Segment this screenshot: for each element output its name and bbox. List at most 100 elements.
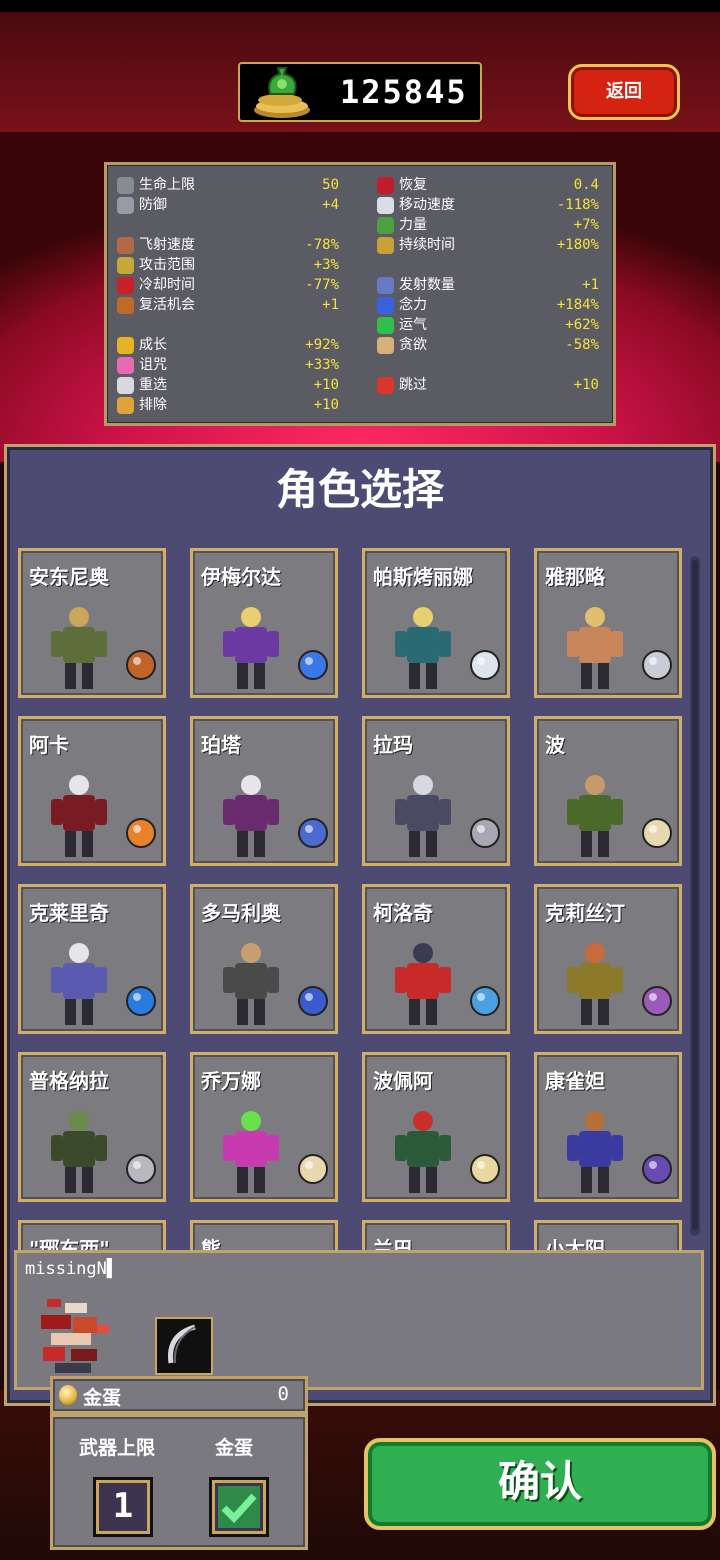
weapon-icon	[126, 1154, 156, 1184]
character-card[interactable]: 伊梅尔达	[190, 548, 338, 698]
stat-value: +33%	[305, 357, 339, 373]
character-sprite	[51, 943, 107, 1025]
stat-row: 复活机会 +1	[117, 295, 339, 315]
character-name: 多马利奥	[201, 901, 281, 925]
stat-value: +62%	[565, 317, 599, 333]
character-name: 兰巴	[373, 1237, 413, 1250]
character-card[interactable]: 珀塔	[190, 716, 338, 866]
character-card[interactable]: 多马利奥	[190, 884, 338, 1034]
golden-egg-count: 0	[277, 1383, 289, 1405]
stat-row: 诅咒 +33%	[117, 355, 339, 375]
character-sprite	[567, 1111, 623, 1193]
character-card[interactable]: 拉玛	[362, 716, 510, 866]
stat-value: -118%	[556, 197, 599, 213]
character-name: 拉玛	[373, 733, 413, 757]
weapon-icon	[642, 1154, 672, 1184]
character-card[interactable]: 兰巴	[362, 1220, 510, 1250]
character-name: 珀塔	[201, 733, 241, 757]
weapon-icon	[126, 986, 156, 1016]
stat-name: 力量	[399, 217, 427, 233]
stat-value: +1	[322, 297, 339, 313]
stat-value: -78%	[305, 237, 339, 253]
stat-value: +3%	[313, 257, 339, 273]
confirm-button[interactable]: 确认	[364, 1438, 716, 1530]
character-name: 安东尼奥	[29, 565, 109, 589]
character-sprite	[395, 943, 451, 1025]
stat-value: +10	[573, 377, 599, 393]
character-card[interactable]: 柯洛奇	[362, 884, 510, 1034]
character-name: 波	[545, 733, 565, 757]
stat-row: 运气 +62%	[377, 315, 599, 335]
options-panel: 武器上限 金蛋 1	[50, 1414, 308, 1550]
character-sprite	[395, 607, 451, 689]
stat-row: 力量 +7%	[377, 215, 599, 235]
character-card[interactable]: 克莱里奇	[18, 884, 166, 1034]
character-card[interactable]: 小太阳	[534, 1220, 682, 1250]
stat-name: 防御	[139, 197, 167, 213]
duration-icon	[377, 237, 394, 254]
stats-panel: 生命上限 50 防御 +4 飞射速度 -78% 攻击范围 +3% 冷却时间 -77% 复活机会 +1 成…	[104, 162, 616, 426]
character-card[interactable]: 雅那略	[534, 548, 682, 698]
stat-row: 飞射速度 -78%	[117, 235, 339, 255]
stat-name: 念力	[399, 297, 427, 313]
character-name: 康雀妲	[545, 1069, 605, 1093]
selected-character-info: missingN▌	[14, 1250, 704, 1390]
character-sprite	[567, 607, 623, 689]
clover-icon	[377, 317, 394, 334]
golden-egg-toggle-label: 金蛋	[215, 1437, 254, 1459]
weapon-icon	[470, 986, 500, 1016]
stat-name: 运气	[399, 317, 427, 333]
selected-character-name: missingN▌	[25, 1259, 118, 1279]
character-card[interactable]: 克莉丝汀	[534, 884, 682, 1034]
stat-name: 恢复	[399, 177, 427, 193]
weapon-icon	[298, 818, 328, 848]
stat-row: 恢复 0.4	[377, 175, 599, 195]
character-name: 熊	[201, 1237, 221, 1250]
reroll-icon	[117, 377, 134, 394]
character-card[interactable]: 安东尼奥	[18, 548, 166, 698]
scrollbar-thumb[interactable]	[692, 560, 698, 1230]
weapon-icon	[126, 650, 156, 680]
character-card[interactable]: 康雀妲	[534, 1052, 682, 1202]
character-sprite	[223, 607, 279, 689]
magnet-icon	[377, 297, 394, 314]
might-icon	[377, 217, 394, 234]
glitched-character-sprite	[41, 1299, 109, 1373]
character-card[interactable]: 熊	[190, 1220, 338, 1250]
character-card[interactable]: 波	[534, 716, 682, 866]
stat-name: 持续时间	[399, 237, 455, 253]
weapon-icon	[642, 818, 672, 848]
banish-icon	[117, 397, 134, 414]
back-button[interactable]: 返回	[568, 64, 680, 120]
character-sprite	[51, 607, 107, 689]
character-name: 小太阳	[545, 1237, 605, 1250]
character-card[interactable]: 乔万娜	[190, 1052, 338, 1202]
golden-egg-label: 金蛋	[83, 1387, 122, 1409]
stat-value: 50	[322, 177, 339, 193]
weapon-icon	[642, 650, 672, 680]
character-card[interactable]: 波佩阿	[362, 1052, 510, 1202]
character-name: 柯洛奇	[373, 901, 433, 925]
weapon-limit-button[interactable]: 1	[93, 1477, 153, 1537]
character-card[interactable]: 普格纳拉	[18, 1052, 166, 1202]
stat-name: 飞射速度	[139, 237, 195, 253]
stat-name: 排除	[139, 397, 167, 413]
status-bar	[0, 0, 720, 12]
stat-name: 攻击范围	[139, 257, 195, 273]
character-card[interactable]: 阿卡	[18, 716, 166, 866]
character-name: 普格纳拉	[29, 1069, 109, 1093]
character-grid[interactable]: 安东尼奥 伊梅尔达 帕斯烤丽娜 雅那略阿卡 珀塔 拉玛 波克莱里奇 多马利奥 柯洛奇 克莉丝汀普格…	[16, 546, 688, 1250]
character-card[interactable]: "琊东西"	[18, 1220, 166, 1250]
character-name: 克莉丝汀	[545, 901, 625, 925]
stat-name: 跳过	[399, 377, 427, 393]
character-card[interactable]: 帕斯烤丽娜	[362, 548, 510, 698]
stat-value: -77%	[305, 277, 339, 293]
skip-icon	[377, 377, 394, 394]
panel-title: 角色选择	[275, 465, 444, 514]
stat-value: -58%	[565, 337, 599, 353]
curse-icon	[117, 357, 134, 374]
stat-row: 跳过 +10	[377, 375, 599, 395]
stat-value: 0.4	[573, 177, 599, 193]
starting-weapon-slot	[155, 1317, 213, 1375]
golden-egg-checkbox[interactable]	[209, 1477, 269, 1537]
